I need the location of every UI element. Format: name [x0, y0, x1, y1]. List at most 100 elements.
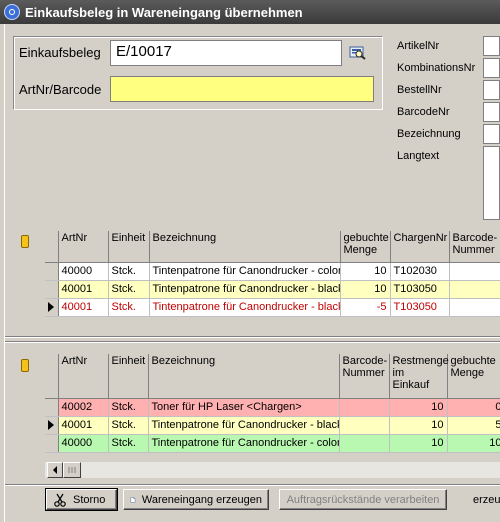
artikelnr-label: ArtikelNr: [397, 40, 440, 52]
cell-chargennr[interactable]: T102030: [390, 262, 450, 281]
storno-button[interactable]: Storno: [45, 488, 118, 511]
horizontal-scrollbar[interactable]: [45, 462, 500, 478]
table-row[interactable]: 40002 Stck. Toner für HP Laser <Chargen>…: [45, 398, 500, 417]
window-title: Einkaufsbeleg in Wareneingang übernehmen: [25, 5, 303, 20]
cell-artnr[interactable]: 40000: [58, 262, 109, 281]
cell-menge[interactable]: -5: [340, 298, 391, 317]
cell-menge[interactable]: 0: [447, 398, 500, 417]
cell-einheit[interactable]: Stck.: [108, 298, 150, 317]
barcodenr-label: BarcodeNr: [397, 106, 450, 118]
title-bar: Einkaufsbeleg in Wareneingang übernehmen: [0, 0, 500, 24]
row-indicator-header: [45, 354, 59, 399]
cell-bezeichnung[interactable]: Toner für HP Laser <Chargen>: [148, 398, 340, 417]
grip-icon: [68, 467, 76, 473]
col-einheit[interactable]: Einheit: [108, 231, 150, 263]
row-indicator-current[interactable]: [45, 416, 59, 435]
kombinationsnr-field[interactable]: [483, 58, 500, 78]
storno-label: Storno: [73, 493, 106, 506]
cell-artnr[interactable]: 40001: [58, 280, 109, 299]
table-row-selected[interactable]: 40001 Stck. Tintenpatrone für Canondruck…: [45, 298, 500, 317]
col-bezeichnung[interactable]: Bezeichnung: [149, 231, 341, 263]
cell-chargennr[interactable]: T103050: [390, 280, 450, 299]
table-row[interactable]: 40001 Stck. Tintenpatrone für Canondruck…: [45, 280, 500, 299]
row-pointer-icon: [48, 420, 55, 431]
cell-artnr[interactable]: 40001: [58, 416, 109, 435]
row-indicator[interactable]: [45, 280, 59, 299]
table-row[interactable]: 40000 Stck. Tintenpatrone für Canondruck…: [45, 262, 500, 281]
col-einheit[interactable]: Einheit: [108, 354, 149, 399]
splitter-line: [5, 341, 500, 343]
grid-bottom-header: ArtNr Einheit Bezeichnung Barcode-Nummer…: [45, 354, 500, 399]
cell-bezeichnung[interactable]: Tintenpatrone für Canondrucker - black: [149, 298, 341, 317]
col-barcode-nummer[interactable]: Barcode-Nummer: [339, 354, 390, 399]
cell-barcode[interactable]: [449, 298, 500, 317]
table-row[interactable]: 40000 Stck. Tintenpatrone für Canondruck…: [45, 434, 500, 453]
cell-artnr[interactable]: 40001: [58, 298, 109, 317]
cell-einheit[interactable]: Stck.: [108, 262, 150, 281]
row-indicator[interactable]: [45, 398, 59, 417]
grid-top-icon[interactable]: [21, 235, 29, 248]
col-barcode-nummer[interactable]: Barcode-Nummer: [449, 231, 500, 263]
row-indicator-current[interactable]: [45, 298, 59, 317]
einkaufsbeleg-input[interactable]: E/10017: [110, 40, 342, 66]
table-row-selected[interactable]: 40001 Stck. Tintenpatrone für Canondruck…: [45, 416, 500, 435]
cell-restmenge[interactable]: 10: [389, 416, 448, 435]
cell-bezeichnung[interactable]: Tintenpatrone für Canondrucker - color: [149, 262, 341, 281]
cell-bezeichnung[interactable]: Tintenpatrone für Canondrucker - black: [148, 416, 340, 435]
bestellnr-field[interactable]: [483, 80, 500, 100]
artikelnr-field[interactable]: [483, 36, 500, 56]
grid-top-header: ArtNr Einheit Bezeichnung gebuchte Menge…: [45, 231, 500, 263]
arrow-left-icon: [53, 466, 57, 474]
cell-einheit[interactable]: Stck.: [108, 280, 150, 299]
auftragsrueckstaende-label: Auftragsrückstände verarbeiten: [286, 493, 440, 506]
cell-restmenge[interactable]: 10: [389, 434, 448, 453]
cell-barcode[interactable]: [339, 398, 390, 417]
cell-barcode[interactable]: [449, 280, 500, 299]
row-pointer-icon: [48, 302, 55, 313]
cell-chargennr[interactable]: T103050: [390, 298, 450, 317]
col-gebuchte-menge[interactable]: gebuchte Menge: [340, 231, 391, 263]
app-icon: [4, 4, 20, 20]
cell-barcode[interactable]: [339, 416, 390, 435]
kombinationsnr-label: KombinationsNr: [397, 62, 476, 74]
cell-einheit[interactable]: Stck.: [108, 434, 149, 453]
cell-einheit[interactable]: Stck.: [108, 398, 149, 417]
cell-restmenge[interactable]: 10: [389, 398, 448, 417]
row-indicator[interactable]: [45, 262, 59, 281]
barcodenr-field[interactable]: [483, 102, 500, 122]
col-artnr[interactable]: ArtNr: [58, 231, 109, 263]
splitter[interactable]: [5, 336, 500, 338]
cell-bezeichnung[interactable]: Tintenpatrone für Canondrucker - color: [148, 434, 340, 453]
button-bar-separator: [5, 484, 500, 486]
wareneingang-erzeugen-button[interactable]: Wareneingang erzeugen: [123, 489, 269, 510]
cell-menge[interactable]: 10: [340, 262, 391, 281]
row-indicator[interactable]: [45, 434, 59, 453]
cell-barcode[interactable]: [339, 434, 390, 453]
col-artnr[interactable]: ArtNr: [58, 354, 109, 399]
cell-barcode[interactable]: [449, 262, 500, 281]
scroll-left-button[interactable]: [47, 462, 63, 478]
cell-artnr[interactable]: 40000: [58, 434, 109, 453]
col-chargennr[interactable]: ChargenNr: [390, 231, 450, 263]
cell-artnr[interactable]: 40002: [58, 398, 109, 417]
row-indicator-header: [45, 231, 59, 263]
lookup-icon[interactable]: [349, 44, 367, 61]
scroll-thumb[interactable]: [63, 462, 81, 478]
bestellnr-label: BestellNr: [397, 84, 442, 96]
col-restmenge[interactable]: Restmenge im Einkauf: [389, 354, 449, 399]
cell-einheit[interactable]: Stck.: [108, 416, 149, 435]
grid-bottom-icon[interactable]: [21, 359, 29, 372]
col-gebuchte-menge[interactable]: gebuchte Menge: [447, 354, 500, 399]
cell-menge[interactable]: 10: [447, 434, 500, 453]
document-icon: [130, 496, 136, 503]
einkaufsbeleg-label: Einkaufsbeleg: [19, 45, 101, 60]
cell-bezeichnung[interactable]: Tintenpatrone für Canondrucker - black: [149, 280, 341, 299]
cell-menge[interactable]: 10: [340, 280, 391, 299]
grid-top: ArtNr Einheit Bezeichnung gebuchte Menge…: [45, 231, 500, 327]
cell-menge[interactable]: 5: [447, 416, 500, 435]
auftragsrueckstaende-button[interactable]: Auftragsrückstände verarbeiten: [279, 489, 447, 510]
langtext-field[interactable]: [483, 146, 500, 220]
bezeichnung-field[interactable]: [483, 124, 500, 144]
artnr-barcode-input[interactable]: [110, 76, 374, 102]
col-bezeichnung[interactable]: Bezeichnung: [148, 354, 340, 399]
